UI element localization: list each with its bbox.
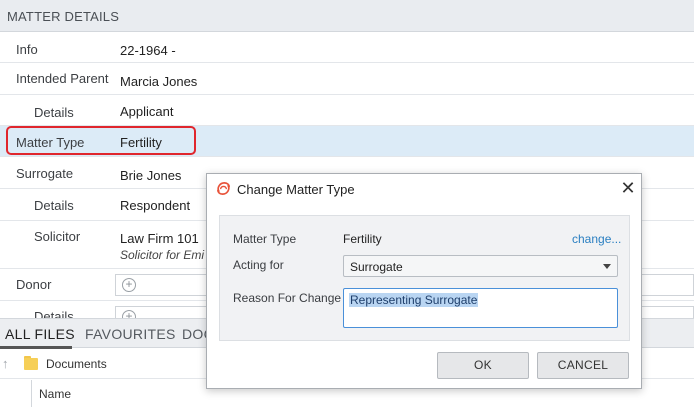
solicitor-subtitle: Solicitor for Emi xyxy=(120,248,205,262)
name-column-header[interactable]: Name xyxy=(39,387,71,401)
info-label: Info xyxy=(16,42,38,57)
ok-button[interactable]: OK xyxy=(437,352,529,379)
change-matter-type-dialog: Change Matter Type ✕ Matter Type Fertili… xyxy=(206,173,642,389)
intended-parent-row[interactable]: Intended Parent Marcia Jones xyxy=(0,63,694,95)
dialog-form-panel: Matter Type Fertility change... Acting f… xyxy=(219,215,630,341)
donor-label: Donor xyxy=(16,277,52,292)
parent-details-value: Applicant xyxy=(120,104,174,119)
parent-details-label: Details xyxy=(34,105,74,120)
solicitor-value: Law Firm 101 xyxy=(120,231,199,246)
close-icon[interactable]: ✕ xyxy=(617,177,639,199)
matter-type-field-label: Matter Type xyxy=(233,232,297,246)
reason-label: Reason For Change xyxy=(233,291,342,305)
folder-icon xyxy=(24,356,38,370)
cancel-button[interactable]: CANCEL xyxy=(537,352,629,379)
tab-all-files[interactable]: ALL FILES xyxy=(5,326,75,342)
info-value: 22-1964 - xyxy=(120,43,176,58)
matter-type-field-value: Fertility xyxy=(343,232,382,246)
solicitor-label: Solicitor xyxy=(34,229,81,244)
surrogate-label: Surrogate xyxy=(16,166,74,181)
acting-for-select[interactable]: Surrogate xyxy=(343,255,618,277)
dialog-title: Change Matter Type xyxy=(237,182,355,197)
section-title: MATTER DETAILS xyxy=(7,9,120,24)
reason-text: Representing Surrogate xyxy=(349,293,479,307)
path-label[interactable]: Documents xyxy=(46,357,107,371)
acting-for-value: Surrogate xyxy=(350,260,403,274)
surrogate-value: Brie Jones xyxy=(120,168,182,183)
matter-type-highlight xyxy=(6,126,196,155)
acting-for-label: Acting for xyxy=(233,258,284,272)
intended-parent-value: Marcia Jones xyxy=(120,74,198,89)
surrogate-details-label: Details xyxy=(34,198,74,213)
intended-parent-label: Intended Parent xyxy=(16,71,109,86)
column-divider xyxy=(31,380,32,407)
change-link[interactable]: change... xyxy=(572,232,621,246)
info-row[interactable]: Info 22-1964 - xyxy=(0,32,694,63)
tab-favourites[interactable]: FAVOURITES xyxy=(85,326,176,342)
chevron-down-icon xyxy=(603,264,611,269)
reason-input[interactable]: Representing Surrogate xyxy=(343,288,618,328)
app-logo-icon xyxy=(217,182,230,195)
add-icon[interactable]: + xyxy=(122,278,136,292)
surrogate-details-value: Respondent xyxy=(120,198,191,213)
matter-details-header: MATTER DETAILS xyxy=(0,0,694,32)
up-arrow-icon[interactable]: ↑ xyxy=(2,356,9,371)
parent-details-row[interactable]: Details Applicant xyxy=(0,95,694,126)
